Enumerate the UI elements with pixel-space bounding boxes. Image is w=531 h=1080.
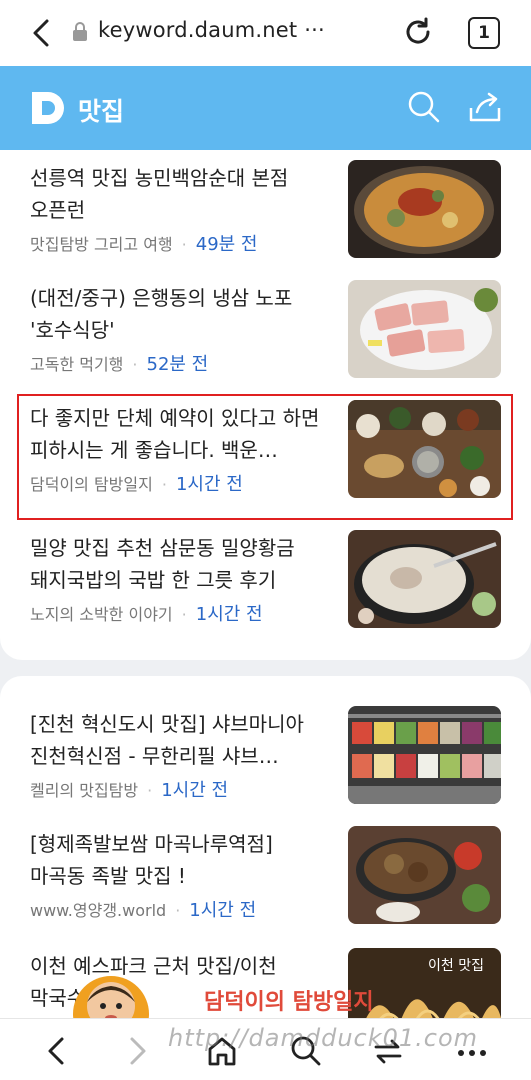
daum-header: 맛집 — [0, 66, 531, 150]
article-title[interactable]: [형제족발보쌈 마곡나루역점] 마곡동 족발 맛집 ! — [30, 828, 330, 892]
back-chevron-icon[interactable] — [26, 16, 56, 50]
article-item[interactable]: [형제족발보쌈 마곡나루역점] 마곡동 족발 맛집 ! www.영양갱.worl… — [0, 816, 531, 936]
article-meta: 맛집탐방 그리고 여행 · 49분 전 — [30, 234, 258, 255]
article-item[interactable]: 선릉역 맛집 농민백암순대 본점 오픈런 맛집탐방 그리고 여행 · 49분 전 — [0, 150, 531, 270]
reload-icon[interactable] — [402, 16, 434, 52]
search-icon[interactable] — [407, 90, 441, 128]
article-thumbnail[interactable] — [348, 706, 501, 804]
page-title: 맛집 — [78, 97, 125, 126]
article-thumbnail[interactable] — [348, 530, 501, 628]
article-item[interactable]: (대전/중구) 은행동의 냉삼 노포 '호수식당' 고독한 먹기행 · 52분 전 — [0, 270, 531, 390]
article-title[interactable]: 밀양 맛집 추천 삼문동 밀양황금 돼지국밥의 국밥 한 그릇 후기 — [30, 532, 330, 596]
share-icon[interactable] — [468, 90, 502, 128]
article-time: 52분 전 — [146, 354, 209, 375]
article-source: 노지의 소박한 이야기 — [30, 605, 173, 624]
svg-text:이천 맛집: 이천 맛집 — [428, 958, 484, 974]
article-title[interactable]: (대전/중구) 은행동의 냉삼 노포 '호수식당' — [30, 282, 330, 346]
article-meta: 켈리의 맛집탐방 · 1시간 전 — [30, 780, 229, 801]
article-meta: 노지의 소박한 이야기 · 1시간 전 — [30, 604, 263, 625]
forward-chevron-icon[interactable] — [122, 1035, 154, 1067]
article-time: 1시간 전 — [189, 900, 257, 921]
article-thumbnail[interactable] — [348, 280, 501, 378]
article-source: 켈리의 맛집탐방 — [30, 781, 139, 800]
watermark-url: http://damdduck01.com — [168, 1024, 479, 1052]
article-item[interactable]: [진천 혁신도시 맛집] 샤브마니아 진천혁신점 - 무한리필 샤브… 켈리의 … — [0, 696, 531, 816]
article-source: 맛집탐방 그리고 여행 — [30, 235, 173, 254]
daum-logo-icon[interactable] — [28, 88, 68, 128]
article-title[interactable]: [진천 혁신도시 맛집] 샤브마니아 진천혁신점 - 무한리필 샤브… — [30, 708, 330, 772]
article-meta: www.영양갱.world · 1시간 전 — [30, 900, 257, 921]
tab-count-button[interactable]: 1 — [468, 17, 500, 49]
article-title[interactable]: 선릉역 맛집 농민백암순대 본점 오픈런 — [30, 162, 330, 226]
back-chevron-icon[interactable] — [40, 1035, 72, 1067]
browser-toolbar: keyword.daum.net ··· 1 — [0, 0, 531, 66]
article-thumbnail[interactable] — [348, 160, 501, 258]
article-source: 고독한 먹기행 — [30, 355, 124, 374]
article-item[interactable]: 밀양 맛집 추천 삼문동 밀양황금 돼지국밥의 국밥 한 그릇 후기 노지의 소… — [0, 520, 531, 640]
highlight-box — [17, 394, 513, 520]
article-thumbnail[interactable] — [348, 826, 501, 924]
article-time: 1시간 전 — [161, 780, 229, 801]
url-bar[interactable]: keyword.daum.net ··· — [98, 18, 325, 42]
article-meta: 고독한 먹기행 · 52분 전 — [30, 354, 209, 375]
article-list-card: 선릉역 맛집 농민백암순대 본점 오픈런 맛집탐방 그리고 여행 · 49분 전 (… — [0, 150, 531, 660]
article-time: 1시간 전 — [195, 604, 263, 625]
lock-icon — [72, 22, 88, 46]
watermark-text: 담덕이의 탐방일지 — [204, 990, 374, 1015]
article-source: www.영양갱.world — [30, 901, 167, 920]
article-time: 49분 전 — [195, 234, 258, 255]
